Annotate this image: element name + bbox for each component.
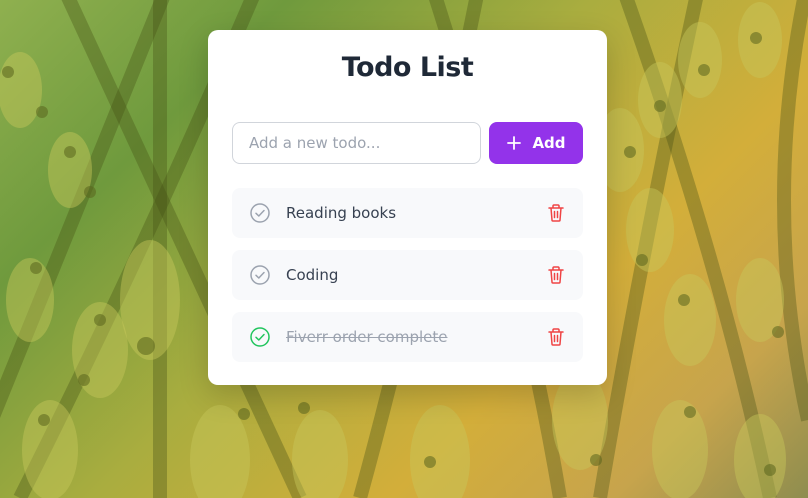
todo-card: Todo List Add Reading books: [208, 30, 607, 385]
page-title: Todo List: [341, 52, 474, 83]
check-circle-icon[interactable]: [250, 265, 270, 285]
trash-icon[interactable]: [547, 327, 565, 347]
trash-icon[interactable]: [547, 203, 565, 223]
new-todo-input[interactable]: [232, 122, 481, 164]
todo-label: Reading books: [286, 204, 397, 222]
todo-label: Coding: [286, 266, 339, 284]
check-circle-icon[interactable]: [250, 327, 270, 347]
add-button-label: Add: [532, 134, 566, 152]
todo-item: Fiverr order complete: [232, 312, 583, 362]
check-circle-icon[interactable]: [250, 203, 270, 223]
todo-item: Reading books: [232, 188, 583, 238]
todo-item: Coding: [232, 250, 583, 300]
todo-label: Fiverr order complete: [286, 328, 448, 346]
plus-icon: [506, 135, 522, 151]
trash-icon[interactable]: [547, 265, 565, 285]
add-todo-button[interactable]: Add: [489, 122, 583, 164]
